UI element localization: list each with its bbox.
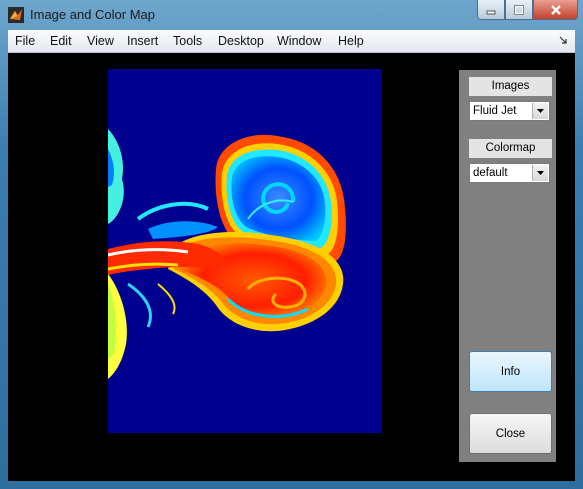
window-controls — [477, 0, 578, 20]
colormap-dropdown[interactable]: default — [469, 163, 550, 183]
colormap-dropdown-value: default — [473, 167, 508, 179]
info-button[interactable]: Info — [469, 351, 552, 392]
close-window-button[interactable] — [533, 0, 578, 20]
fluid-jet-image — [108, 69, 382, 433]
maximize-button[interactable] — [505, 0, 533, 20]
figure-client-area: File Edit View Insert Tools Desktop Wind… — [8, 30, 575, 481]
minimize-button[interactable] — [477, 0, 505, 20]
minimize-icon — [486, 10, 496, 14]
window-title: Image and Color Map — [30, 7, 156, 22]
menu-help[interactable]: Help — [338, 34, 364, 48]
fluid-jet-plot — [108, 129, 346, 379]
maximize-icon — [514, 4, 524, 15]
menu-tools[interactable]: Tools — [173, 34, 202, 48]
control-panel: Images Fluid Jet Colormap default Info C… — [459, 70, 556, 462]
dock-arrow-icon[interactable] — [559, 36, 567, 44]
close-icon — [550, 4, 561, 15]
images-label: Images — [469, 77, 552, 96]
menu-insert[interactable]: Insert — [127, 34, 158, 48]
window-frame: Image and Color Map File Edit View Inser… — [0, 0, 583, 489]
images-dropdown-value: Fluid Jet — [473, 105, 517, 117]
menu-edit[interactable]: Edit — [50, 34, 72, 48]
images-dropdown[interactable]: Fluid Jet — [469, 101, 550, 121]
chevron-down-icon[interactable] — [532, 165, 548, 181]
menu-window[interactable]: Window — [277, 34, 321, 48]
menu-file[interactable]: File — [15, 34, 35, 48]
menu-desktop[interactable]: Desktop — [218, 34, 264, 48]
close-button[interactable]: Close — [469, 413, 552, 454]
matlab-icon — [8, 7, 24, 23]
colormap-label: Colormap — [469, 139, 552, 158]
menu-bar: File Edit View Insert Tools Desktop Wind… — [8, 30, 575, 53]
menu-view[interactable]: View — [87, 34, 114, 48]
title-bar[interactable]: Image and Color Map — [0, 0, 583, 30]
chevron-down-icon[interactable] — [532, 103, 548, 119]
